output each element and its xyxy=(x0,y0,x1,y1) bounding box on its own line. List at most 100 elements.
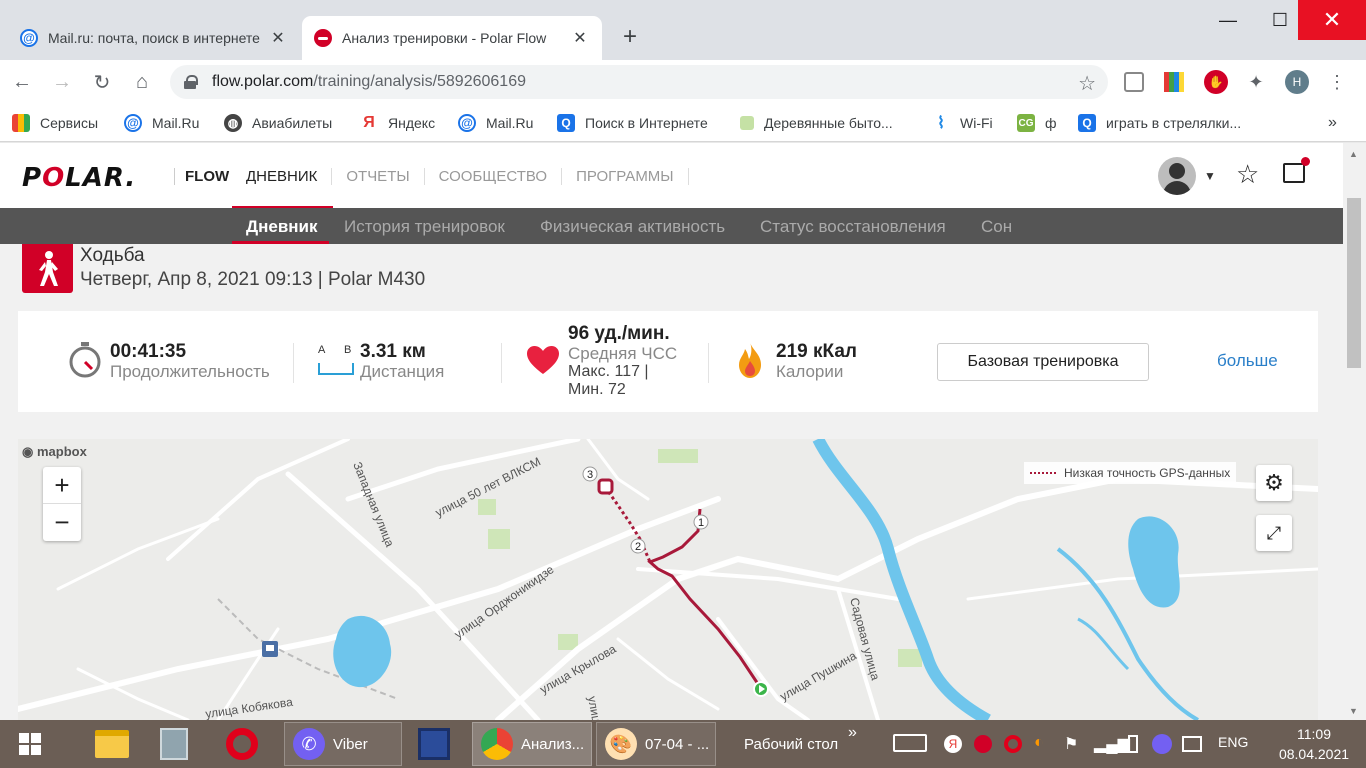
bookmarks-overflow[interactable]: » xyxy=(1328,112,1337,134)
battery-icon[interactable] xyxy=(1128,735,1138,753)
polar-header: POLAR. FLOW ДНЕВНИК ОТЧЕТЫ СООБЩЕСТВО ПР… xyxy=(0,143,1343,209)
puzzle-extensions-icon[interactable]: ✦ xyxy=(1244,70,1268,94)
opera-tray-icon[interactable] xyxy=(1004,735,1022,753)
bookmark-wooden[interactable]: Деревянные быто... xyxy=(740,112,893,134)
tab-title: Mail.ru: почта, поиск в интернете xyxy=(48,30,260,46)
subnav-sleep[interactable]: Сон xyxy=(981,217,1012,237)
home-icon[interactable]: ⌂ xyxy=(128,68,156,96)
bookmark-label: Wi-Fi xyxy=(960,115,993,131)
save-floppy-icon[interactable] xyxy=(418,722,458,766)
sub-navigation: Дневник История тренировок Физическая ак… xyxy=(0,208,1343,244)
forward-arrow-icon[interactable]: → xyxy=(48,68,76,96)
more-link[interactable]: больше xyxy=(1217,351,1278,371)
tab-polar-flow[interactable]: Анализ тренировки - Polar Flow ✕ xyxy=(302,16,602,60)
subnav-recovery[interactable]: Статус восстановления xyxy=(760,217,946,237)
street-label: улица Кобякова xyxy=(204,695,293,720)
yandex-tray-icon[interactable]: Я xyxy=(944,735,962,753)
language-indicator[interactable]: ENG xyxy=(1218,734,1248,750)
bookmark-games[interactable]: Q играть в стрелялки... xyxy=(1078,112,1241,134)
flag-icon[interactable]: ⚑ xyxy=(1064,734,1078,754)
scroll-up-icon[interactable]: ▲ xyxy=(1349,149,1358,159)
taskbar-app-label: Viber xyxy=(333,735,368,753)
point-a-label: A xyxy=(318,344,326,356)
notifications-message-icon[interactable] xyxy=(1283,157,1310,183)
avast-tray-icon[interactable]: ◐ xyxy=(1034,734,1044,752)
menu-kebab-icon[interactable]: ⋮ xyxy=(1325,70,1349,94)
zoom-out-button[interactable]: − xyxy=(43,504,81,541)
duration-value: 00:41:35 xyxy=(110,341,187,362)
grid-extension-icon[interactable] xyxy=(1164,72,1184,92)
hr-min: Мин. 72 xyxy=(568,381,626,398)
subnav-diary[interactable]: Дневник xyxy=(246,217,318,237)
bookmark-star-icon[interactable]: ☆ xyxy=(1078,71,1096,96)
bookmark-f[interactable]: CG ф xyxy=(1017,112,1057,134)
close-tab-icon[interactable]: ✕ xyxy=(268,28,288,48)
close-tab-icon[interactable]: ✕ xyxy=(570,28,590,48)
wifi-signal-icon[interactable]: ▂▄▆ xyxy=(1094,734,1130,754)
user-avatar[interactable] xyxy=(1158,157,1196,195)
nav-diary[interactable]: ДНЕВНИК xyxy=(232,168,333,185)
taskbar-viber[interactable]: ✆ Viber xyxy=(284,722,402,766)
top-navigation: ДНЕВНИК ОТЧЕТЫ СООБЩЕСТВО ПРОГРАММЫ xyxy=(232,168,689,209)
polar-logo[interactable]: POLAR. xyxy=(22,163,136,193)
polar-tray-icon[interactable] xyxy=(974,735,992,753)
chevron-down-icon[interactable]: ▼ xyxy=(1204,169,1216,183)
monitor-icon[interactable] xyxy=(1182,736,1202,752)
keyboard-icon[interactable] xyxy=(893,734,927,752)
hr-average-value: 96 уд./мин. xyxy=(568,323,670,344)
nav-programs[interactable]: ПРОГРАММЫ xyxy=(562,168,689,185)
zoom-in-button[interactable]: + xyxy=(43,467,81,504)
calculator-icon[interactable] xyxy=(160,722,200,766)
taskbar-paint[interactable]: 🎨 07-04 - ... xyxy=(596,722,716,766)
extension-icon[interactable] xyxy=(1124,72,1144,92)
bookmark-label: Яндекс xyxy=(388,115,436,131)
opera-icon[interactable] xyxy=(226,722,266,766)
system-clock[interactable]: 11:09 08.04.2021 xyxy=(1268,724,1360,764)
point-b-label: B xyxy=(344,344,352,356)
subnav-training-history[interactable]: История тренировок xyxy=(344,217,505,237)
gps-legend-label: Низкая точность GPS-данных xyxy=(1064,466,1231,480)
close-window-icon[interactable]: ✕ xyxy=(1298,0,1366,40)
bookmark-mail-ru[interactable]: @ Mail.Ru xyxy=(124,112,199,134)
map-settings-gear-icon[interactable]: ⚙ xyxy=(1256,465,1292,501)
heart-icon xyxy=(527,346,559,374)
polar-favicon-icon xyxy=(314,29,332,47)
fullscreen-icon[interactable]: ⤢ xyxy=(1256,515,1292,551)
dotted-line-icon xyxy=(1030,472,1056,474)
paint-palette-icon: 🎨 xyxy=(605,728,637,760)
profile-avatar[interactable]: Н xyxy=(1285,70,1309,94)
tab-mail-ru[interactable]: @ Mail.ru: почта, поиск в интернете ✕ xyxy=(8,16,300,60)
new-tab-plus-icon[interactable]: + xyxy=(618,24,642,50)
nav-community[interactable]: СООБЩЕСТВО xyxy=(425,168,563,185)
adblock-icon[interactable]: ✋ xyxy=(1204,70,1228,94)
taskbar-overflow[interactable]: » xyxy=(848,724,857,742)
calories-label: Калории xyxy=(776,362,844,381)
basic-training-button[interactable]: Базовая тренировка xyxy=(937,343,1149,381)
reload-icon[interactable]: ↻ xyxy=(88,68,116,96)
activity-title: Ходьба xyxy=(80,245,145,266)
bookmark-search[interactable]: Q Поиск в Интернете xyxy=(557,112,708,134)
scroll-down-icon[interactable]: ▼ xyxy=(1349,706,1358,716)
address-bar[interactable]: flow.polar.com/training/analysis/5892606… xyxy=(170,65,1108,99)
minimize-window-icon[interactable]: — xyxy=(1200,0,1256,40)
bookmark-wifi[interactable]: ⌇ Wi-Fi xyxy=(932,112,993,134)
taskbar-desktop[interactable]: Рабочий стол xyxy=(744,722,838,766)
bookmark-services[interactable]: Сервисы xyxy=(12,112,98,134)
back-arrow-icon[interactable]: ← xyxy=(8,68,36,96)
flow-label: FLOW xyxy=(174,168,229,185)
route-map[interactable]: 1 2 3 улица 50 лет ВЛКСМ Западная улица … xyxy=(18,439,1318,720)
scrollbar-thumb[interactable] xyxy=(1347,198,1361,368)
bookmark-flights[interactable]: ◍ Авиабилеты xyxy=(224,112,332,134)
nav-reports[interactable]: ОТЧЕТЫ xyxy=(332,168,425,185)
file-explorer-icon[interactable] xyxy=(95,722,135,766)
taskbar-chrome[interactable]: Анализ... xyxy=(472,722,592,766)
page-scrollbar[interactable]: ▲ ▼ xyxy=(1343,143,1366,720)
windows-start-icon[interactable] xyxy=(10,722,50,766)
viber-tray-icon[interactable] xyxy=(1152,734,1172,754)
gps-accuracy-legend: Низкая точность GPS-данных xyxy=(1024,462,1237,484)
bookmark-yandex[interactable]: Я Яндекс xyxy=(360,112,435,134)
bookmark-mail-ru-2[interactable]: @ Mail.Ru xyxy=(458,112,533,134)
favorites-star-icon[interactable]: ☆ xyxy=(1236,159,1259,190)
mapbox-logo[interactable]: ◉ mapbox xyxy=(22,444,87,460)
subnav-activity[interactable]: Физическая активность xyxy=(540,217,725,237)
